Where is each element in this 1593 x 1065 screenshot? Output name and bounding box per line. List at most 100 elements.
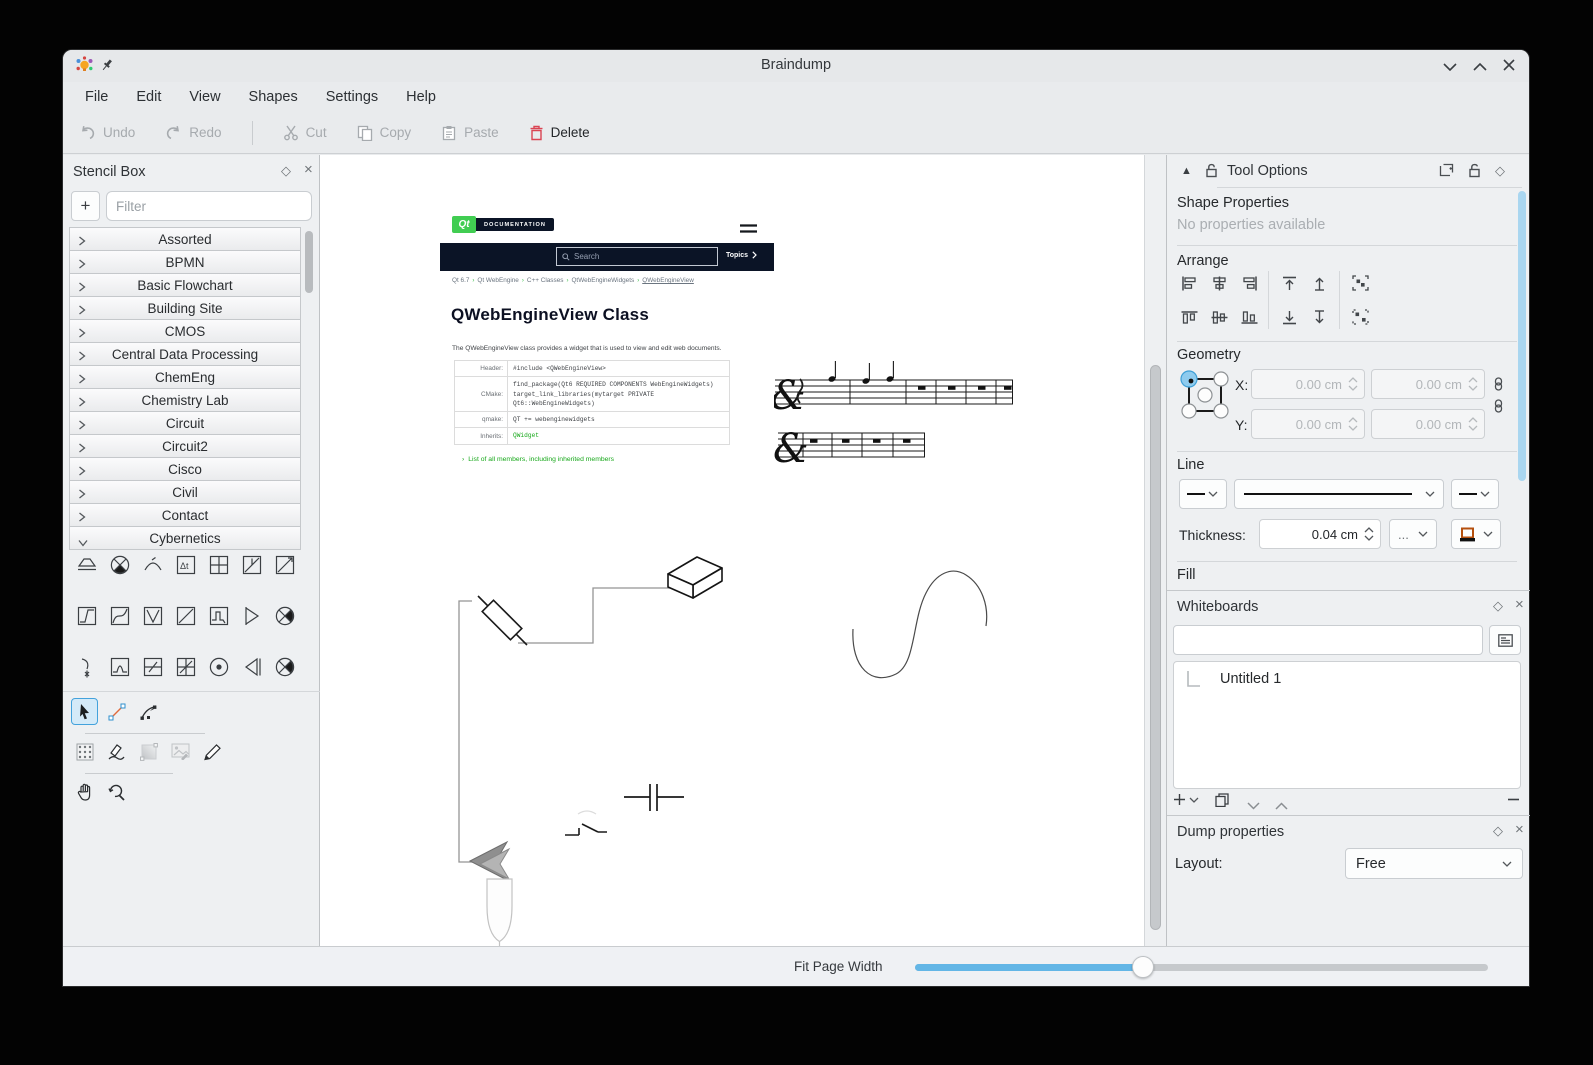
music-staff-top[interactable]: & [770, 361, 1013, 419]
double-chevron-arrow[interactable] [470, 842, 509, 880]
stencil-shape-icon[interactable] [141, 655, 165, 684]
menu-settings[interactable]: Settings [314, 85, 390, 109]
copy-button[interactable]: Copy [357, 125, 412, 141]
y-position-spinbox[interactable]: 0.00 cm [1251, 409, 1365, 439]
align-right-button[interactable] [1237, 273, 1261, 293]
whiteboard-canvas[interactable]: & & Qt DOCUME [320, 155, 1144, 946]
stencil-category[interactable]: BPMN [69, 251, 301, 274]
line-cap-dropdown[interactable] [1179, 479, 1227, 509]
menu-file[interactable]: File [73, 85, 120, 109]
stencil-category[interactable]: Circuit [69, 412, 301, 435]
whiteboard-name-input[interactable] [1173, 625, 1483, 655]
zoom-slider-handle[interactable] [1132, 956, 1154, 978]
layout-select[interactable]: Free [1345, 848, 1523, 879]
stencil-list-scrollbar-thumb[interactable] [305, 231, 313, 293]
move-down-button[interactable] [1247, 797, 1260, 815]
close-panel-icon[interactable]: × [1515, 598, 1524, 611]
capacitor[interactable] [624, 784, 684, 811]
lock-icon[interactable] [1205, 163, 1218, 183]
lower-button[interactable] [1307, 307, 1331, 327]
float-panel-icon[interactable]: ◇ [1493, 824, 1503, 837]
float-panel-icon[interactable] [1439, 163, 1454, 182]
thickness-spinbox[interactable]: 0.04 cm [1259, 519, 1381, 549]
stencil-shape-icon[interactable] [240, 553, 264, 582]
stencil-category[interactable]: Building Site [69, 297, 301, 320]
whiteboard-view-mode-button[interactable] [1489, 625, 1521, 655]
undo-button[interactable]: Undo [79, 125, 135, 141]
duplicate-whiteboard-button[interactable] [1215, 793, 1229, 812]
stencil-shape-icon[interactable] [75, 655, 99, 684]
stencil-category[interactable]: Chemistry Lab [69, 389, 301, 412]
align-center-horizontal-button[interactable] [1207, 273, 1231, 293]
stencil-category-expanded[interactable]: Cybernetics [69, 527, 301, 550]
height-spinbox[interactable]: 0.00 cm [1371, 409, 1485, 439]
s-curve[interactable] [853, 571, 987, 678]
close-panel-icon[interactable]: × [1515, 823, 1524, 836]
stencil-category[interactable]: Basic Flowchart [69, 274, 301, 297]
align-center-vertical-button[interactable] [1207, 307, 1231, 327]
canvas-scrollbar-thumb[interactable] [1150, 365, 1161, 930]
tool-options-scrollbar[interactable] [1518, 191, 1526, 481]
stencil-shape-icon[interactable] [108, 553, 132, 582]
align-bottom-button[interactable] [1237, 307, 1261, 327]
stencil-shape-icon[interactable] [207, 655, 231, 684]
stencil-category[interactable]: ChemEng [69, 366, 301, 389]
link-aspect-icon[interactable] [1493, 399, 1504, 418]
stencil-shape-icon[interactable] [273, 604, 297, 633]
add-stencil-button[interactable]: + [71, 191, 100, 221]
stencil-category[interactable]: Contact [69, 504, 301, 527]
close-button[interactable] [1503, 58, 1515, 76]
raise-button[interactable] [1307, 273, 1331, 293]
menu-shapes[interactable]: Shapes [237, 85, 310, 109]
connection-tool-button[interactable] [103, 698, 130, 725]
stencil-filter-input[interactable] [106, 191, 312, 221]
stencil-shape-icon[interactable] [108, 604, 132, 633]
switch[interactable] [565, 811, 607, 835]
remove-whiteboard-button[interactable] [1507, 793, 1520, 811]
path-edit-tool-button[interactable] [135, 698, 162, 725]
stencil-category[interactable]: Central Data Processing [69, 343, 301, 366]
stencil-shape-icon[interactable] [273, 655, 297, 684]
stencil-shape-icon[interactable] [273, 553, 297, 582]
close-panel-icon[interactable]: × [304, 163, 313, 176]
anchor-position-selector[interactable] [1179, 369, 1231, 426]
line-options-dropdown[interactable]: ... [1389, 519, 1437, 549]
delete-button[interactable]: Delete [529, 125, 590, 141]
ungroup-button[interactable] [1348, 307, 1372, 327]
paste-button[interactable]: Paste [441, 125, 499, 141]
link-aspect-icon[interactable] [1493, 377, 1504, 396]
image-tool-button[interactable] [167, 738, 194, 765]
float-panel-diamond-icon[interactable]: ◇ [1495, 164, 1505, 177]
stencil-category[interactable]: CMOS [69, 320, 301, 343]
add-whiteboard-button[interactable] [1173, 793, 1199, 806]
cut-button[interactable]: Cut [283, 125, 327, 141]
connector-wires[interactable] [459, 588, 678, 862]
stencil-list-scrollbar[interactable] [303, 227, 315, 685]
minimize-button[interactable] [1443, 58, 1457, 76]
width-spinbox[interactable]: 0.00 cm [1371, 369, 1485, 399]
float-panel-icon[interactable]: ◇ [1493, 599, 1503, 612]
bullet-shape[interactable] [487, 879, 512, 946]
stencil-shape-icon[interactable] [75, 553, 99, 582]
menu-edit[interactable]: Edit [124, 85, 173, 109]
stencil-category[interactable]: Civil [69, 481, 301, 504]
pencil-tool-button[interactable] [199, 738, 226, 765]
redo-button[interactable]: Redo [165, 125, 221, 141]
maximize-button[interactable] [1473, 58, 1487, 76]
group-button[interactable] [1348, 273, 1372, 293]
menu-help[interactable]: Help [394, 85, 448, 109]
stencil-category[interactable]: Assorted [69, 227, 301, 251]
select-tool-button[interactable] [71, 698, 98, 725]
collapse-triangle-icon[interactable]: ▲ [1181, 165, 1192, 177]
web-page-snapshot[interactable]: Qt DOCUMENTATION Search Topics Qt 6.7›Qt [440, 210, 774, 475]
pan-tool-button[interactable] [71, 779, 98, 806]
isometric-box[interactable] [668, 557, 722, 598]
stencil-shape-icon[interactable]: Δt [174, 553, 198, 582]
stencil-shape-icon[interactable] [141, 553, 165, 582]
unlock-icon[interactable] [1468, 163, 1481, 183]
stencil-shape-icon[interactable] [141, 604, 165, 633]
canvas-vertical-scrollbar[interactable] [1144, 155, 1167, 946]
stencil-shape-icon[interactable] [240, 604, 264, 633]
stencil-category[interactable]: Circuit2 [69, 435, 301, 458]
resistor[interactable] [478, 596, 527, 645]
